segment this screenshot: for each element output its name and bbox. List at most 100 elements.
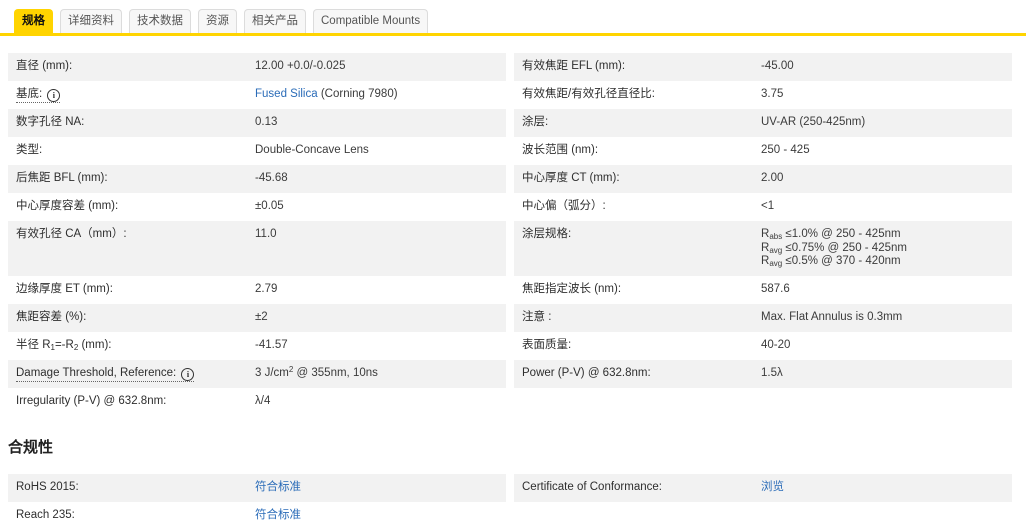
table-row: Reach 235: 符合标准 — [8, 502, 1012, 530]
row-right-half: 焦距指定波长 (nm): 587.6 — [514, 276, 1012, 304]
tab-specs[interactable]: 规格 — [14, 9, 53, 33]
spec-value: 0.13 — [255, 116, 278, 128]
table-row: 中心厚度容差 (mm): ±0.05 中心偏（弧分）: <1 — [8, 193, 1012, 221]
spec-value: 符合标准 — [255, 481, 506, 495]
spec-label: 涂层规格: — [522, 228, 572, 240]
row-left-half: 直径 (mm): 12.00 +0.0/-0.025 — [8, 53, 506, 81]
spec-value: Rabs ≤1.0% @ 250 - 425nm Ravg ≤0.75% @ 25… — [761, 228, 907, 268]
tab-bar: 规格 详细资料 技术数据 资源 相关产品 Compatible Mounts — [0, 0, 1026, 33]
row-right-half: 中心偏（弧分）: <1 — [514, 193, 1012, 221]
spec-value: -45.00 — [761, 60, 794, 72]
tab-tech-data[interactable]: 技术数据 — [129, 9, 191, 33]
spec-value: <1 — [761, 200, 775, 212]
row-right-half: Power (P-V) @ 632.8nm: 1.5λ — [514, 359, 1012, 388]
tab-label: 详细资料 — [68, 15, 114, 27]
spec-value: Fused Silica (Corning 7980) — [255, 88, 398, 100]
spec-value: -45.68 — [255, 172, 288, 184]
tab-details[interactable]: 详细资料 — [60, 9, 122, 33]
spec-label: 半径 R1=-R2 (mm): — [16, 338, 112, 352]
row-left-half: RoHS 2015: 符合标准 — [8, 473, 506, 502]
table-row: 直径 (mm): 12.00 +0.0/-0.025 有效焦距 EFL (mm)… — [8, 53, 1012, 81]
spec-label: Reach 235: — [16, 508, 75, 521]
row-left-half: 边缘厚度 ET (mm): 2.79 — [8, 276, 506, 304]
table-row: 后焦距 BFL (mm): -45.68 中心厚度 CT (mm): 2.00 — [8, 165, 1012, 193]
row-left-half: 基底: i Fused Silica (Corning 7980) — [8, 81, 506, 109]
table-row: 类型: Double-Concave Lens 波长范围 (nm): 250 -… — [8, 137, 1012, 165]
spec-value: 2.79 — [255, 282, 278, 295]
value-link[interactable]: 浏览 — [761, 481, 784, 493]
row-left-half: Irregularity (P-V) @ 632.8nm: λ/4 — [8, 388, 506, 416]
info-icon[interactable]: i — [181, 367, 195, 381]
row-right-half: Certificate of Conformance: 浏览 — [514, 473, 1012, 502]
row-left-half: 有效孔径 CA（mm）: 11.0 — [8, 221, 506, 276]
spec-value: 2.00 — [761, 172, 784, 184]
value-link[interactable]: Fused Silica — [255, 88, 318, 100]
spec-label: 边缘厚度 ET (mm): — [16, 282, 113, 295]
spec-label: 类型: — [16, 144, 43, 156]
compliance-table: RoHS 2015: 符合标准 Certificate of Conforman… — [8, 473, 1012, 530]
tab-label: 规格 — [22, 15, 45, 27]
row-right-half: 波长范围 (nm): 250 - 425 — [514, 137, 1012, 165]
row-right-half — [514, 502, 1012, 530]
table-row: 焦距容差 (%): ±2 注意 : Max. Flat Annulus is 0… — [8, 303, 1012, 332]
spec-label: 焦距容差 (%): — [16, 310, 87, 323]
spec-value: 12.00 +0.0/-0.025 — [255, 60, 346, 72]
table-row: 数字孔径 NA: 0.13 涂层: UV-AR (250-425nm) — [8, 109, 1012, 137]
value-link[interactable]: 符合标准 — [255, 481, 301, 493]
spec-label: 中心厚度 CT (mm): — [522, 172, 620, 184]
info-icon[interactable]: i — [47, 89, 61, 102]
row-left-half: 数字孔径 NA: 0.13 — [8, 109, 506, 137]
row-right-half: 有效焦距 EFL (mm): -45.00 — [514, 53, 1012, 81]
spec-value: -41.57 — [255, 338, 288, 351]
tab-resources[interactable]: 资源 — [198, 9, 237, 33]
row-left-half: 类型: Double-Concave Lens — [8, 137, 506, 165]
spec-value: 587.6 — [761, 282, 790, 295]
spec-label: 焦距指定波长 (nm): — [522, 282, 622, 295]
value-link[interactable]: 符合标准 — [255, 509, 301, 521]
spec-value: 1.5λ — [761, 366, 783, 379]
spec-label: 直径 (mm): — [16, 60, 73, 72]
table-row: 边缘厚度 ET (mm): 2.79 焦距指定波长 (nm): 587.6 — [8, 276, 1012, 304]
spec-label: 数字孔径 NA: — [16, 116, 85, 128]
spec-value: ±2 — [255, 310, 268, 323]
table-row: Damage Threshold, Reference: i 3 J/cm2 @… — [8, 359, 1012, 388]
spec-label: 基底: i — [8, 88, 255, 103]
tab-related-products[interactable]: 相关产品 — [244, 9, 306, 33]
row-right-half — [514, 388, 1012, 416]
tab-label: 资源 — [206, 15, 229, 27]
spec-value: 250 - 425 — [761, 144, 810, 156]
row-right-half: 涂层: UV-AR (250-425nm) — [514, 109, 1012, 137]
table-row: 半径 R1=-R2 (mm): -41.57 表面质量: 40-20 — [8, 332, 1012, 360]
row-left-half: 焦距容差 (%): ±2 — [8, 303, 506, 332]
spec-label: 涂层: — [522, 116, 549, 128]
spec-label: Irregularity (P-V) @ 632.8nm: — [16, 394, 167, 407]
spec-label: 中心厚度容差 (mm): — [16, 200, 119, 212]
spec-label: RoHS 2015: — [16, 480, 79, 493]
row-right-half: 表面质量: 40-20 — [514, 332, 1012, 360]
spec-value: 浏览 — [761, 481, 1012, 495]
spec-value: 11.0 — [255, 228, 277, 240]
row-right-half: 注意 : Max. Flat Annulus is 0.3mm — [514, 303, 1012, 332]
spec-value: 3 J/cm2 @ 355nm, 10ns — [255, 364, 378, 379]
table-row: RoHS 2015: 符合标准 Certificate of Conforman… — [8, 473, 1012, 502]
row-left-half: 中心厚度容差 (mm): ±0.05 — [8, 193, 506, 221]
spec-value: 3.75 — [761, 88, 784, 100]
spec-value: UV-AR (250-425nm) — [761, 116, 866, 128]
row-left-half: 半径 R1=-R2 (mm): -41.57 — [8, 332, 506, 360]
tab-underline — [0, 33, 1026, 36]
tab-compatible-mounts[interactable]: Compatible Mounts — [313, 9, 429, 33]
spec-value: λ/4 — [255, 394, 271, 407]
tab-label: Compatible Mounts — [321, 15, 421, 27]
spec-label: 注意 : — [522, 310, 552, 323]
row-right-half: 涂层规格: Rabs ≤1.0% @ 250 - 425nm Ravg ≤0.75… — [514, 221, 1012, 276]
spec-value: ±0.05 — [255, 200, 284, 212]
spec-label: Damage Threshold, Reference: i — [8, 366, 255, 382]
row-right-half: 有效焦距/有效孔径直径比: 3.75 — [514, 81, 1012, 109]
table-row: Irregularity (P-V) @ 632.8nm: λ/4 — [8, 388, 1012, 416]
specifications-table: 直径 (mm): 12.00 +0.0/-0.025 有效焦距 EFL (mm)… — [8, 53, 1012, 416]
table-row: 基底: i Fused Silica (Corning 7980) 有效焦距/有… — [8, 81, 1012, 109]
row-left-half: Reach 235: 符合标准 — [8, 502, 506, 530]
tab-label: 技术数据 — [137, 15, 183, 27]
table-row: 有效孔径 CA（mm）: 11.0 涂层规格: Rabs ≤1.0% @ 250… — [8, 221, 1012, 276]
spec-value: 符合标准 — [255, 509, 506, 523]
